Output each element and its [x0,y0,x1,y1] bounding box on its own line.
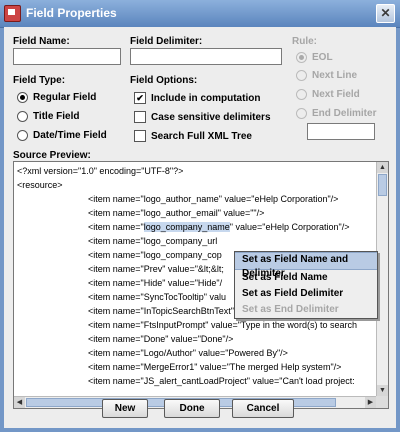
scroll-corner [376,396,388,408]
menu-item-set-field-delimiter[interactable]: Set as Field Delimiter [235,286,377,302]
radio-label: Next Field [312,89,360,100]
rule-eol-radio[interactable]: EOL [296,52,333,63]
radio-label: Title Field [33,111,80,122]
field-delimiter-label: Field Delimiter: [130,36,203,47]
field-type-label: Field Type: [13,75,66,86]
end-delimiter-input[interactable] [307,123,375,140]
source-line: <item name="SyncTocTooltip" valu [88,292,226,302]
menu-item-set-end-delimiter[interactable]: Set as End Delimiter [235,302,377,318]
radio-dot-icon [296,70,307,81]
rule-end-delimiter-radio[interactable]: End Delimiter [296,108,376,119]
radio-label: Next Line [312,70,358,81]
source-line: <item name="FtsInputPrompt" value="Type … [88,320,357,330]
radio-dot-icon [17,111,28,122]
source-line: <item name="logo_company_url [88,236,218,246]
source-line: <item name="logo_company_cop [88,250,222,260]
app-icon [4,5,21,22]
menu-item-set-field-name[interactable]: Set as Field Name [235,270,377,286]
radio-label: EOL [312,52,333,63]
source-line: <item name="Logo/Author" value="Powered … [88,348,288,358]
new-button[interactable]: New [102,399,148,418]
field-options-label: Field Options: [130,75,198,86]
scroll-left-icon[interactable]: ◀ [14,397,25,408]
radio-dot-icon [17,92,28,103]
scroll-down-icon[interactable]: ▼ [377,385,388,396]
regular-field-radio[interactable]: Regular Field [17,92,96,103]
rule-label: Rule: [292,36,317,47]
checkbox-box [134,111,146,123]
field-name-label: Field Name: [13,36,70,47]
vertical-scroll-thumb[interactable] [378,174,387,196]
radio-dot-icon [296,52,307,63]
checkbox-label: Include in computation [151,92,261,104]
radio-dot-icon [17,130,28,141]
field-name-input[interactable] [13,48,121,65]
source-line: <item name="logo_author_email" value=""/… [88,208,265,218]
scroll-right-icon[interactable]: ▶ [365,397,376,408]
source-line-highlighted: <item name="logo_company_name" value="eH… [88,222,350,232]
rule-next-field-radio[interactable]: Next Field [296,89,360,100]
close-button[interactable]: ✕ [376,4,395,23]
case-sensitive-delimiters-checkbox[interactable]: Case sensitive delimiters [134,111,271,123]
context-menu: Set as Field Name and Delimiter Set as F… [234,251,378,319]
cancel-button[interactable]: Cancel [232,399,294,418]
source-line: <item name="MergeError1" value="The merg… [88,362,342,372]
check-icon: ✔ [134,92,146,104]
source-line: <item name="Prev" value="&lt;&lt; [88,264,224,274]
radio-label: Regular Field [33,92,97,103]
include-in-computation-checkbox[interactable]: ✔ Include in computation [134,92,260,104]
search-full-xml-tree-checkbox[interactable]: Search Full XML Tree [134,130,252,142]
rule-next-line-radio[interactable]: Next Line [296,70,357,81]
source-line: <item name="Hide" value="Hide"/ [88,278,223,288]
scroll-up-icon[interactable]: ▲ [377,162,388,173]
source-line: <item name="logo_author_name" value="eHe… [88,194,339,204]
menu-item-set-field-name-and-delimiter[interactable]: Set as Field Name and Delimiter [235,252,377,279]
field-properties-window: Field Properties ✕ Field Name: Field Del… [0,0,400,432]
selected-text: logo_company_name [143,222,230,232]
radio-label: End Delimiter [312,108,377,119]
datetime-field-radio[interactable]: Date/Time Field [17,130,107,141]
done-button[interactable]: Done [164,399,220,418]
radio-label: Date/Time Field [33,130,107,141]
window-title: Field Properties [26,6,117,20]
title-bar[interactable]: Field Properties ✕ [0,0,400,28]
dialog-body: Field Name: Field Delimiter: Rule: EOL N… [4,27,396,428]
source-line: <item name="JS_alert_cantLoadProject" va… [88,376,355,386]
checkbox-box [134,130,146,142]
checkbox-label: Case sensitive delimiters [151,111,271,123]
radio-dot-icon [296,108,307,119]
radio-dot-icon [296,89,307,100]
title-field-radio[interactable]: Title Field [17,111,80,122]
field-delimiter-input[interactable] [130,48,282,65]
source-line: <?xml version="1.0" encoding="UTF-8"?> [17,166,184,176]
source-line: <item name="Done" value="Done"/> [88,334,234,344]
source-line: <resource> [17,180,63,190]
checkbox-label: Search Full XML Tree [151,130,252,142]
source-preview-label: Source Preview: [13,150,91,161]
